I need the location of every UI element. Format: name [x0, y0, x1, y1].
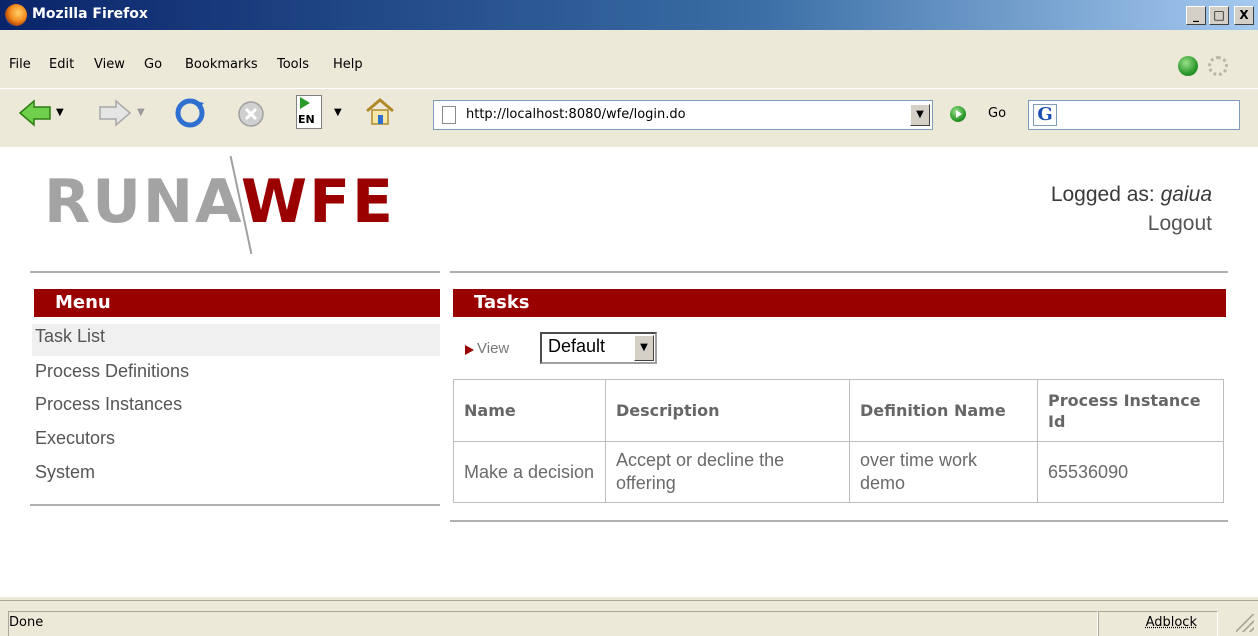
translate-label: EN — [298, 113, 315, 126]
menu-file[interactable]: File — [9, 57, 31, 72]
status-bar: Done Adblock — [0, 600, 1258, 636]
chevron-down-icon[interactable]: ▼ — [634, 335, 654, 361]
runawfe-logo: RUNAWFE — [44, 172, 395, 232]
throbber-icon — [1208, 56, 1228, 76]
view-label[interactable]: View — [477, 340, 509, 357]
go-icon[interactable] — [950, 106, 966, 122]
url-text[interactable]: http://localhost:8080/wfe/login.do — [466, 107, 686, 122]
reload-icon[interactable] — [174, 97, 206, 129]
logged-as: Logged as: gaiua — [1051, 183, 1212, 207]
menu-tools[interactable]: Tools — [277, 57, 309, 72]
menu-edit[interactable]: Edit — [49, 57, 74, 72]
table-header-row: Name Description Definition Name Process… — [453, 379, 1224, 442]
maximize-button[interactable]: □ — [1209, 6, 1229, 25]
menu-executors[interactable]: Executors — [35, 426, 440, 458]
column-header-definition-name[interactable]: Definition Name — [849, 379, 1038, 442]
logo-text-right: WFE — [240, 167, 396, 237]
cell-description[interactable]: Accept or decline the offering — [605, 441, 850, 503]
translate-icon[interactable]: EN — [296, 95, 326, 131]
expand-triangle-icon[interactable] — [465, 345, 474, 355]
tasks-bottom-divider — [450, 520, 1228, 522]
window-title: Mozilla Firefox — [32, 6, 148, 22]
table-row[interactable]: Make a decision Accept or decline the of… — [453, 441, 1224, 503]
cell-definition-name[interactable]: over time work demo — [849, 441, 1038, 503]
resize-grip-icon[interactable] — [1236, 614, 1254, 632]
minimize-button[interactable]: _ — [1186, 6, 1206, 25]
stop-icon[interactable] — [236, 99, 266, 129]
menu-process-instances[interactable]: Process Instances — [35, 392, 440, 424]
back-dropdown-icon[interactable]: ▼ — [56, 107, 64, 118]
search-box[interactable]: G — [1028, 100, 1240, 130]
menu-view[interactable]: View — [94, 57, 125, 72]
logout-link[interactable]: Logout — [1148, 212, 1212, 236]
search-engine-icon[interactable]: G — [1033, 104, 1057, 126]
cell-process-instance-id[interactable]: 65536090 — [1037, 441, 1224, 503]
logged-as-label: Logged as: — [1050, 183, 1155, 206]
firefox-icon — [5, 4, 27, 26]
forward-dropdown-icon[interactable]: ▼ — [137, 107, 145, 118]
title-bar: Mozilla Firefox _ □ X — [0, 0, 1258, 30]
status-text: Done — [8, 611, 1098, 636]
home-icon[interactable] — [364, 97, 396, 127]
username: gaiua — [1160, 183, 1212, 206]
menu-bar: File Edit View Go Bookmarks Tools Help — [0, 53, 1258, 80]
view-select-value[interactable]: Default — [548, 336, 605, 357]
menu-go[interactable]: Go — [144, 57, 162, 72]
menu-process-definitions[interactable]: Process Definitions — [35, 359, 440, 391]
page-icon — [442, 106, 456, 124]
column-header-process-instance-id[interactable]: Process Instance Id — [1037, 379, 1224, 442]
back-icon[interactable] — [18, 99, 52, 127]
update-icon[interactable] — [1178, 56, 1198, 76]
tasks-header: Tasks — [453, 289, 1226, 317]
menu-header: Menu — [34, 289, 440, 317]
menu-help[interactable]: Help — [333, 57, 363, 72]
translate-dropdown-icon[interactable]: ▼ — [334, 107, 342, 118]
tasks-top-divider — [450, 271, 1228, 273]
adblock-button[interactable]: Adblock — [1098, 611, 1218, 636]
url-bar[interactable]: http://localhost:8080/wfe/login.do ▼ — [433, 100, 933, 130]
menu-task-list[interactable]: Task List — [32, 324, 440, 356]
go-label[interactable]: Go — [988, 106, 1006, 121]
column-header-name[interactable]: Name — [453, 379, 606, 442]
logo-text-left: RUNA — [44, 167, 241, 237]
url-dropdown-button[interactable]: ▼ — [910, 104, 930, 126]
menu-bottom-divider — [30, 504, 440, 506]
column-header-description[interactable]: Description — [605, 379, 850, 442]
web-content: RUNAWFE Logged as: gaiua Logout Menu Tas… — [0, 147, 1258, 597]
forward-icon[interactable] — [98, 99, 132, 127]
menu-bookmarks[interactable]: Bookmarks — [185, 57, 258, 72]
menu-top-divider — [30, 271, 440, 273]
close-button[interactable]: X — [1234, 6, 1254, 25]
cell-name[interactable]: Make a decision — [453, 441, 606, 503]
menu-system[interactable]: System — [35, 460, 440, 492]
tasks-table: Name Description Definition Name Process… — [453, 379, 1224, 503]
view-select[interactable]: Default ▼ — [540, 332, 657, 364]
